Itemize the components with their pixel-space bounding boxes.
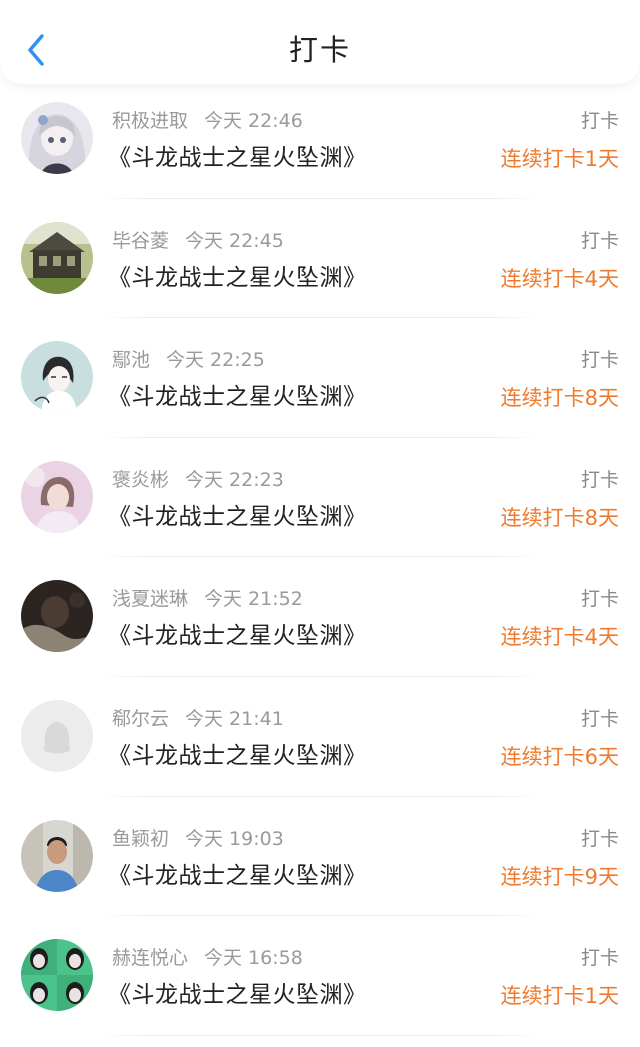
- book-title[interactable]: 《斗龙战士之星火坠渊》: [108, 381, 367, 413]
- entry-meta: 褒炎彬 今天 22:23: [112, 467, 284, 493]
- entry-time: 今天 22:45: [185, 229, 284, 252]
- streak-label: 连续打卡9天: [500, 864, 619, 889]
- action-label: 打卡: [580, 947, 619, 970]
- action-label: 打卡: [580, 110, 619, 132]
- entry-time: 今天 22:23: [185, 468, 284, 491]
- sketch-girl-avatar-icon: [21, 341, 93, 414]
- entry-meta: 赫连悦心 今天 16:58: [112, 945, 303, 971]
- book-title[interactable]: 《斗龙战士之星火坠渊》: [108, 740, 367, 772]
- entry-meta: 毕谷菱 今天 22:45: [112, 228, 284, 254]
- page-title: 打卡: [288, 33, 351, 67]
- avatar[interactable]: [21, 221, 93, 294]
- user-name[interactable]: 积极进取: [112, 110, 188, 132]
- streak-label: 连续打卡6天: [500, 744, 619, 769]
- entry-time: 今天 21:41: [185, 707, 284, 730]
- user-name[interactable]: 郗尔云: [112, 708, 169, 730]
- book-title[interactable]: 《斗龙战士之星火坠渊》: [108, 501, 367, 533]
- divider: [98, 795, 542, 797]
- avatar[interactable]: [21, 699, 93, 772]
- list-item[interactable]: 褒炎彬 今天 22:23 打卡 《斗龙战士之星火坠渊》 连续打卡8天: [0, 451, 640, 571]
- avatar[interactable]: [21, 460, 93, 533]
- list-item[interactable]: 鱼颖初 今天 19:03 打卡 《斗龙战士之星火坠渊》 连续打卡9天: [0, 810, 640, 930]
- list-item[interactable]: 毕谷菱 今天 22:45 打卡 《斗龙战士之星火坠渊》 连续打卡4天: [0, 212, 640, 332]
- action-label: 打卡: [580, 349, 619, 372]
- list-item[interactable]: 积极进取 今天 22:46 打卡 《斗龙战士之星火坠渊》 连续打卡1天: [0, 92, 640, 212]
- streak-label: 连续打卡1天: [500, 147, 619, 171]
- list-item[interactable]: 浅夏迷琳 今天 21:52 打卡 《斗龙战士之星火坠渊》 连续打卡4天: [0, 570, 640, 690]
- avatar[interactable]: [21, 580, 93, 653]
- avatar[interactable]: [21, 102, 93, 174]
- book-title[interactable]: 《斗龙战士之星火坠渊》: [108, 262, 367, 294]
- divider: [98, 556, 542, 558]
- boy-photo-avatar-icon: [21, 819, 93, 892]
- house-photo-avatar-icon: [21, 221, 93, 294]
- default-penguin-avatar-icon: [21, 699, 93, 772]
- entry-time: 今天 19:03: [185, 827, 284, 850]
- pink-portrait-avatar-icon: [21, 460, 93, 533]
- book-title[interactable]: 《斗龙战士之星火坠渊》: [108, 860, 367, 892]
- action-label: 打卡: [580, 707, 619, 730]
- entry-time: 今天 21:52: [204, 588, 303, 611]
- action-label: 打卡: [580, 468, 619, 491]
- user-name[interactable]: 赫连悦心: [112, 947, 188, 969]
- streak-label: 连续打卡4天: [500, 625, 619, 650]
- user-name[interactable]: 褒炎彬: [112, 469, 169, 491]
- action-label: 打卡: [580, 827, 619, 850]
- action-label: 打卡: [580, 588, 619, 611]
- entry-meta: 浅夏迷琳 今天 21:52: [112, 586, 303, 612]
- top-bar: 打卡: [0, 0, 640, 84]
- avatar[interactable]: [21, 939, 93, 1012]
- entry-time: 今天 16:58: [204, 947, 303, 970]
- divider: [98, 197, 542, 199]
- streak-label: 连续打卡8天: [500, 505, 619, 530]
- divider: [98, 1034, 542, 1036]
- entry-meta: 鱼颖初 今天 19:03: [112, 826, 284, 852]
- checkin-list: 积极进取 今天 22:46 打卡 《斗龙战士之星火坠渊》 连续打卡1天 毕谷菱 …: [0, 92, 640, 1047]
- book-title[interactable]: 《斗龙战士之星火坠渊》: [108, 979, 367, 1011]
- dark-photo-avatar-icon: [21, 580, 93, 653]
- entry-time: 今天 22:46: [204, 110, 303, 132]
- user-name[interactable]: 毕谷菱: [112, 230, 169, 252]
- green-faces-avatar-icon: [21, 939, 93, 1012]
- book-title[interactable]: 《斗龙战士之星火坠渊》: [108, 142, 367, 174]
- list-item[interactable]: 鄢池 今天 22:25 打卡 《斗龙战士之星火坠渊》 连续打卡8天: [0, 331, 640, 451]
- user-name[interactable]: 浅夏迷琳: [112, 588, 188, 610]
- divider: [98, 317, 542, 319]
- avatar[interactable]: [21, 819, 93, 892]
- avatar[interactable]: [21, 341, 93, 414]
- anime-girl-avatar-icon: [21, 102, 93, 174]
- entry-meta: 郗尔云 今天 21:41: [112, 706, 284, 732]
- streak-label: 连续打卡1天: [500, 984, 619, 1009]
- user-name[interactable]: 鄢池: [112, 349, 150, 371]
- divider: [98, 675, 542, 677]
- entry-meta: 鄢池 今天 22:25: [112, 347, 265, 373]
- list-item[interactable]: 郗尔云 今天 21:41 打卡 《斗龙战士之星火坠渊》 连续打卡6天: [0, 690, 640, 810]
- streak-label: 连续打卡8天: [500, 386, 619, 411]
- entry-meta: 积极进取 今天 22:46: [112, 108, 303, 134]
- book-title[interactable]: 《斗龙战士之星火坠渊》: [108, 620, 367, 652]
- action-label: 打卡: [580, 229, 619, 252]
- list-item[interactable]: 赫连悦心 今天 16:58 打卡 《斗龙战士之星火坠渊》 连续打卡1天: [0, 929, 640, 1047]
- divider: [98, 436, 542, 438]
- user-name[interactable]: 鱼颖初: [112, 828, 169, 850]
- checkin-page: 打卡 积极进取 今天 22:46 打卡 《斗龙战士之星火坠渊》 连续打卡1天 毕…: [0, 0, 640, 1047]
- streak-label: 连续打卡4天: [500, 266, 619, 291]
- entry-time: 今天 22:25: [166, 349, 265, 372]
- divider: [98, 915, 542, 917]
